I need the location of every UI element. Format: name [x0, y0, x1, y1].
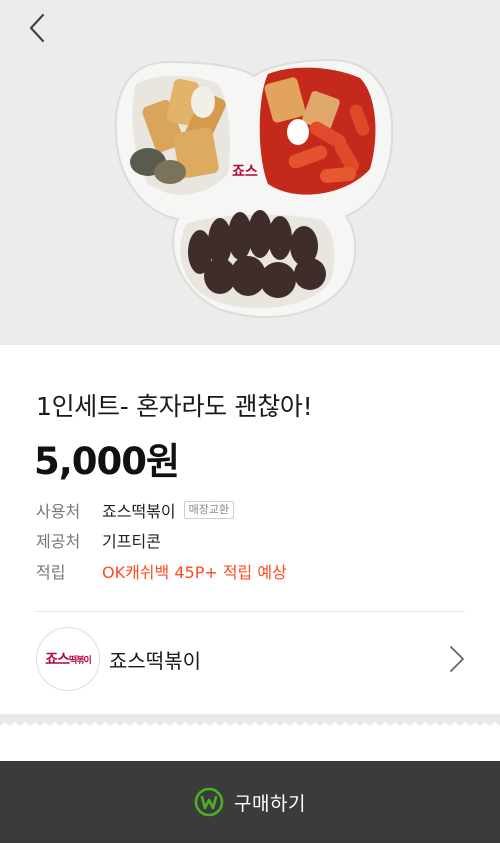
food-tray-image: 죠스: [114, 58, 394, 319]
points-value: OK캐쉬백 45P+ 적립 예상: [102, 563, 287, 582]
ok-cashbag-w-icon: [194, 787, 224, 817]
product-image-area: 죠스: [0, 0, 500, 345]
detail-label: 제공처: [36, 532, 81, 551]
back-button[interactable]: [22, 12, 52, 44]
detail-value: 죠스떡볶이: [102, 502, 176, 521]
brand-name: 죠스떡볶이: [109, 649, 201, 673]
product-title: 1인세트- 혼자라도 괜찮아!: [36, 392, 313, 421]
svg-text:죠스: 죠스: [232, 164, 258, 180]
brand-logo-sub: 떡볶이: [68, 655, 92, 666]
brand-logo-main: 죠스: [45, 652, 70, 668]
section-separator: [0, 714, 500, 730]
detail-row-points: 적립 OK캐쉬백 45P+ 적립 예상: [36, 558, 287, 584]
plate-logo: 죠스: [232, 164, 258, 180]
detail-label: 사용처: [36, 502, 81, 521]
detail-row-provider: 제공처 기프티콘: [36, 527, 161, 553]
brand-logo: 죠스 떡볶이: [36, 627, 100, 691]
detail-label: 적립: [36, 563, 66, 582]
chevron-right-icon: [450, 646, 464, 672]
brand-link[interactable]: 죠스 떡볶이 죠스떡볶이: [0, 624, 500, 698]
chevron-left-icon: [29, 13, 45, 43]
divider: [35, 611, 465, 612]
product-price: 5,000원: [34, 440, 180, 483]
buy-label: 구매하기: [234, 792, 306, 815]
buy-button[interactable]: 구매하기: [0, 761, 500, 843]
exchange-badge: 매장교환: [183, 501, 235, 519]
detail-value: 기프티콘: [102, 532, 161, 551]
detail-row-usage: 사용처 죠스떡볶이 매장교환: [36, 497, 235, 523]
